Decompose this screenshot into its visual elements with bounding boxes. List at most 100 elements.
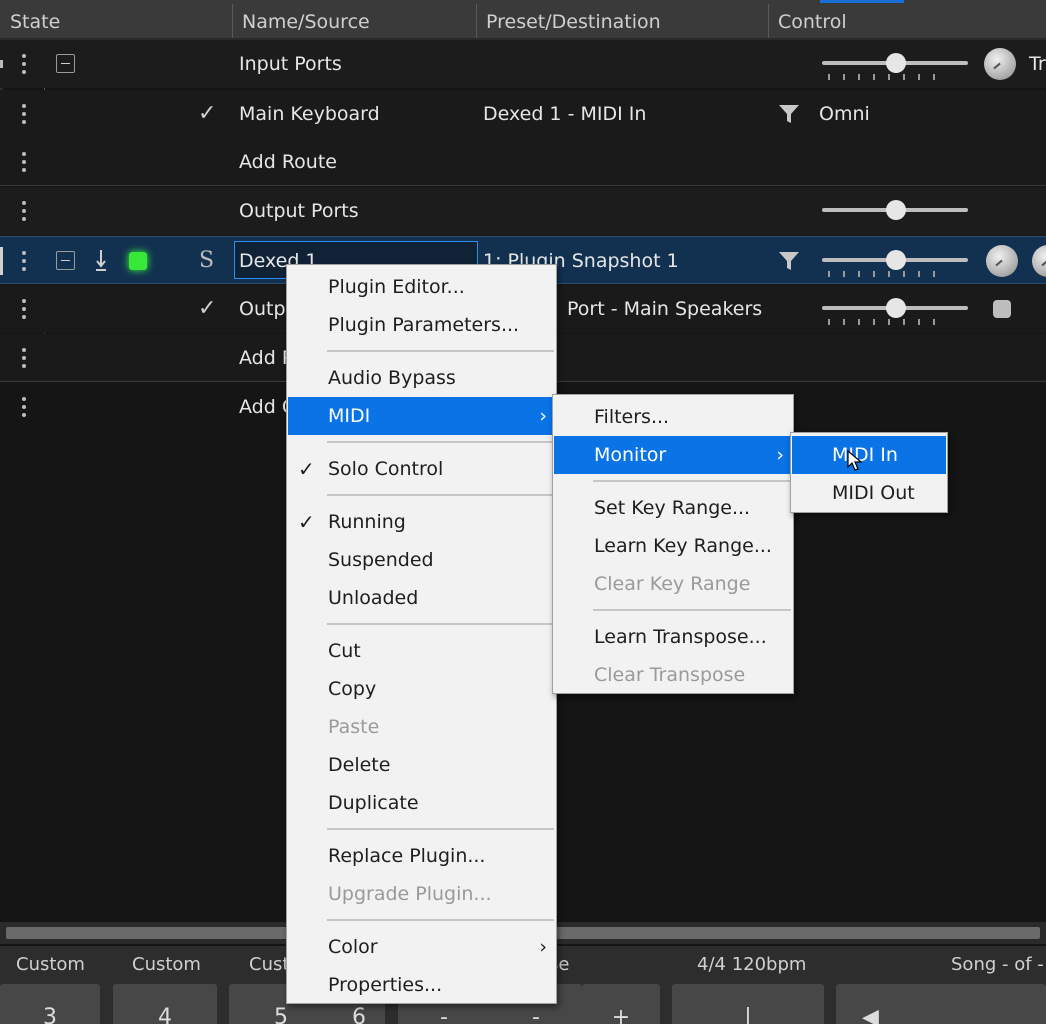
context-menu: Plugin Editor... Plugin Parameters... Au… [286, 264, 557, 1004]
menu-item-midi[interactable]: MIDI › [288, 397, 555, 435]
menu-item-monitor[interactable]: Monitor › [554, 436, 792, 474]
row-marker [0, 60, 3, 68]
custom-button-4[interactable]: 4 [113, 984, 217, 1024]
row-destination: Port - Main Speakers [567, 298, 763, 320]
row-add-route[interactable]: Add Route [0, 138, 1046, 186]
menu-item-suspended[interactable]: Suspended [288, 541, 555, 579]
checkmark-icon[interactable]: ✓ [198, 90, 216, 138]
midi-submenu: Filters... Monitor › Set Key Range... Lea… [552, 394, 794, 694]
menu-item-midi-in[interactable]: MIDI In [792, 436, 946, 474]
drag-handle-icon[interactable] [20, 397, 28, 419]
menu-item-delete[interactable]: Delete [288, 746, 555, 784]
row-marker [0, 247, 3, 275]
bottom-label: Custom [16, 954, 85, 975]
row-name: Input Ports [239, 53, 342, 75]
drag-handle-icon[interactable] [20, 251, 28, 273]
bottom-label: Cust [249, 954, 290, 975]
menu-item-clear-key-range: Clear Key Range [594, 573, 751, 595]
menu-item-properties[interactable]: Properties... [288, 966, 555, 1004]
drag-handle-icon[interactable] [20, 348, 28, 370]
row-output-ports[interactable]: Output Ports [0, 187, 1046, 235]
menu-item-midi-out[interactable]: MIDI Out [792, 474, 946, 512]
menu-item-audio-bypass[interactable]: Audio Bypass [288, 359, 555, 397]
collapse-icon[interactable] [56, 251, 75, 270]
row-main-keyboard[interactable]: ✓ Main Keyboard Dexed 1 - MIDI In Omni [0, 90, 1046, 138]
menu-item-learn-transpose[interactable]: Learn Transpose... [554, 618, 792, 656]
menu-separator [327, 441, 554, 443]
gain-slider[interactable] [822, 297, 968, 325]
status-led[interactable] [129, 252, 147, 270]
monitor-submenu: MIDI In MIDI Out [790, 432, 948, 513]
menu-separator [327, 919, 554, 921]
menu-item-cut[interactable]: Cut [288, 632, 555, 670]
menu-separator [593, 480, 791, 482]
drag-handle-icon[interactable] [20, 152, 28, 174]
row-destination: Dexed 1 - MIDI In [483, 103, 647, 125]
column-header: State Name/Source Preset/Destination Con… [0, 0, 1046, 40]
menu-separator [327, 350, 554, 352]
drag-handle-icon[interactable] [20, 54, 28, 76]
gain-slider[interactable] [822, 249, 968, 277]
collapse-icon[interactable] [56, 54, 75, 73]
menu-separator [327, 623, 554, 625]
menu-item-filters[interactable]: Filters... [554, 398, 792, 436]
row-input-ports[interactable]: Input Ports Tr [0, 40, 1046, 88]
drag-handle-icon[interactable] [20, 299, 28, 321]
control-label: Tr [1029, 53, 1046, 75]
mouse-cursor-icon [847, 450, 863, 471]
menu-item-color[interactable]: Color › [288, 928, 555, 966]
row-name: Output Ports [239, 200, 359, 222]
menu-separator [327, 828, 554, 830]
row-name: Main Keyboard [239, 103, 380, 125]
header-accent-strip [820, 0, 904, 3]
checkmark-icon: ✓ [298, 510, 315, 534]
checkmark-icon: ✓ [298, 457, 315, 481]
row-name: Add Route [239, 151, 337, 173]
width-knob[interactable] [1032, 245, 1046, 277]
menu-item-plugin-parameters[interactable]: Plugin Parameters... [288, 306, 555, 344]
gain-slider[interactable] [822, 199, 968, 223]
solo-icon[interactable]: S [199, 237, 214, 285]
custom-button-3[interactable]: 3 [0, 984, 100, 1024]
menu-item-learn-key-range[interactable]: Learn Key Range... [554, 527, 792, 565]
plus-button[interactable]: + [582, 984, 660, 1024]
pan-knob[interactable] [984, 48, 1016, 80]
menu-item-duplicate[interactable]: Duplicate [288, 784, 555, 822]
column-state[interactable]: State [0, 0, 232, 40]
drag-handle-icon[interactable] [20, 104, 28, 126]
menu-item-replace-plugin[interactable]: Replace Plugin... [288, 837, 555, 875]
column-control[interactable]: Control [768, 0, 1046, 40]
row-name: Outp [239, 298, 286, 320]
column-name-source[interactable]: Name/Source [232, 0, 476, 40]
row-control: Omni [819, 103, 870, 125]
menu-item-upgrade-plugin: Upgrade Plugin... [328, 883, 492, 905]
menu-item-solo-control[interactable]: ✓ Solo Control [288, 450, 555, 488]
pan-knob[interactable] [986, 245, 1018, 277]
menu-item-clear-transpose: Clear Transpose [594, 664, 746, 686]
tempo-label: 4/4 120bpm [697, 954, 807, 975]
chevron-right-icon: › [776, 444, 784, 466]
gain-slider[interactable] [822, 52, 968, 80]
filter-icon[interactable] [778, 103, 800, 125]
menu-separator [327, 494, 554, 496]
previous-song-button[interactable]: ◀ [836, 984, 1046, 1024]
drag-handle-icon[interactable] [20, 201, 28, 223]
filter-icon[interactable] [778, 250, 800, 272]
chevron-right-icon: › [539, 936, 547, 958]
menu-item-plugin-editor[interactable]: Plugin Editor... [288, 268, 555, 306]
menu-item-copy[interactable]: Copy [288, 670, 555, 708]
chevron-right-icon: › [539, 405, 547, 427]
row-divider [0, 185, 1046, 186]
arrow-down-icon[interactable] [94, 249, 108, 271]
menu-item-paste: Paste [328, 716, 380, 738]
bottom-label: Custom [132, 954, 201, 975]
column-preset-destination[interactable]: Preset/Destination [476, 0, 768, 40]
menu-item-set-key-range[interactable]: Set Key Range... [554, 489, 792, 527]
checkmark-icon[interactable]: ✓ [198, 285, 216, 333]
tempo-button[interactable]: | [672, 984, 824, 1024]
mute-toggle[interactable] [993, 300, 1011, 318]
song-label: Song - of - [951, 954, 1044, 975]
menu-item-running[interactable]: ✓ Running [288, 503, 555, 541]
menu-separator [593, 609, 791, 611]
menu-item-unloaded[interactable]: Unloaded [288, 579, 555, 617]
